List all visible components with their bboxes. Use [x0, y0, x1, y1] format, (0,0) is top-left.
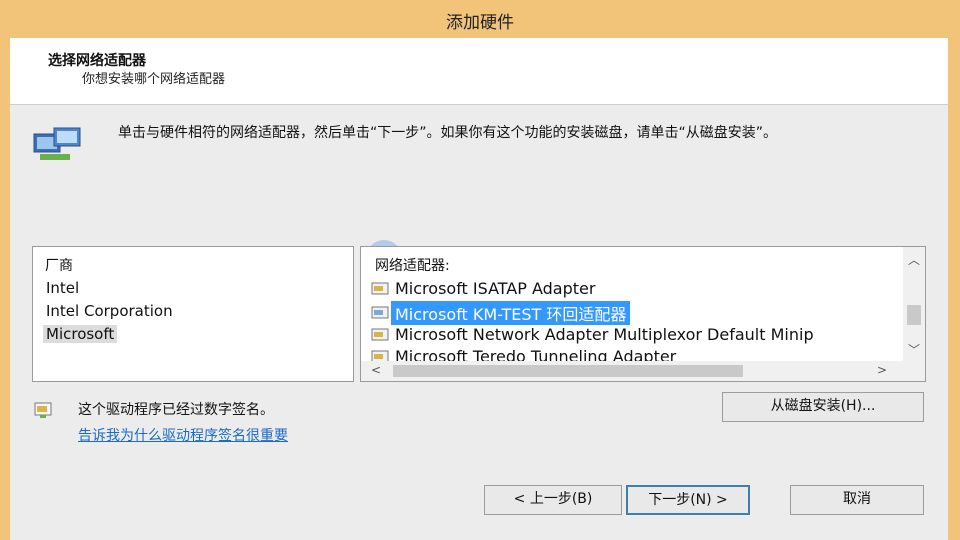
horizontal-scroll-thumb[interactable] [393, 365, 743, 377]
next-button[interactable]: 下一步(N) > [626, 485, 750, 515]
vertical-scroll-thumb[interactable] [907, 305, 921, 325]
digital-signature-icon [34, 402, 52, 418]
header-subtitle: 你想安装哪个网络适配器 [82, 72, 226, 87]
scroll-right-icon[interactable]: > [877, 363, 887, 377]
certified-driver-icon [371, 281, 391, 297]
manufacturer-list[interactable]: 厂商 Intel Intel Corporation Microsoft [32, 246, 354, 382]
have-disk-button[interactable]: 从磁盘安装(H)... [722, 392, 924, 422]
window-title: 添加硬件 [446, 13, 514, 33]
certified-driver-icon [371, 305, 391, 321]
instruction-text: 单击与硬件相符的网络适配器，然后单击“下一步”。如果你有这个功能的安装磁盘，请单… [118, 125, 778, 141]
back-button[interactable]: < 上一步(B) [484, 485, 622, 515]
signature-info-link[interactable]: 告诉我为什么驱动程序签名很重要 [78, 425, 288, 445]
adapter-list[interactable]: 网络适配器: Microsoft ISATAP Adapter Microsof… [360, 246, 926, 382]
adapter-item-label: Microsoft KM-TEST 环回适配器 [391, 301, 631, 325]
manufacturer-item-intel[interactable]: Intel [43, 279, 82, 297]
adapter-item[interactable]: Microsoft Network Adapter Multiplexor De… [371, 324, 818, 346]
adapter-list-header: 网络适配器: [375, 258, 450, 274]
scroll-down-icon[interactable]: ﹀ [903, 341, 925, 358]
horizontal-scrollbar[interactable]: < > [361, 361, 925, 381]
scroll-left-icon[interactable]: < [371, 363, 381, 377]
header-title: 选择网络适配器 [48, 53, 146, 69]
adapter-item[interactable]: Microsoft ISATAP Adapter [371, 278, 599, 300]
adapter-item-label: Microsoft Network Adapter Multiplexor De… [395, 325, 814, 344]
network-adapter-icon [33, 127, 81, 160]
vertical-scrollbar[interactable]: ︿ ﹀ [903, 247, 925, 361]
manufacturer-list-header: 厂商 [45, 258, 73, 274]
certified-driver-icon [371, 327, 391, 343]
adapter-item-label: Microsoft ISATAP Adapter [395, 279, 596, 298]
wizard-header: 选择网络适配器 你想安装哪个网络适配器 [10, 38, 948, 105]
cancel-button[interactable]: 取消 [790, 485, 924, 515]
window-frame-right [948, 38, 960, 540]
window-frame-left [0, 38, 10, 540]
title-bar: 添加硬件 [0, 0, 960, 38]
scroll-up-icon[interactable]: ︿ [903, 251, 925, 268]
manufacturer-item-intel-corporation[interactable]: Intel Corporation [43, 302, 176, 320]
adapter-item-selected[interactable]: Microsoft KM-TEST 环回适配器 [371, 301, 631, 325]
signature-status-text: 这个驱动程序已经过数字签名。 [78, 402, 274, 418]
manufacturer-item-microsoft[interactable]: Microsoft [43, 325, 118, 343]
